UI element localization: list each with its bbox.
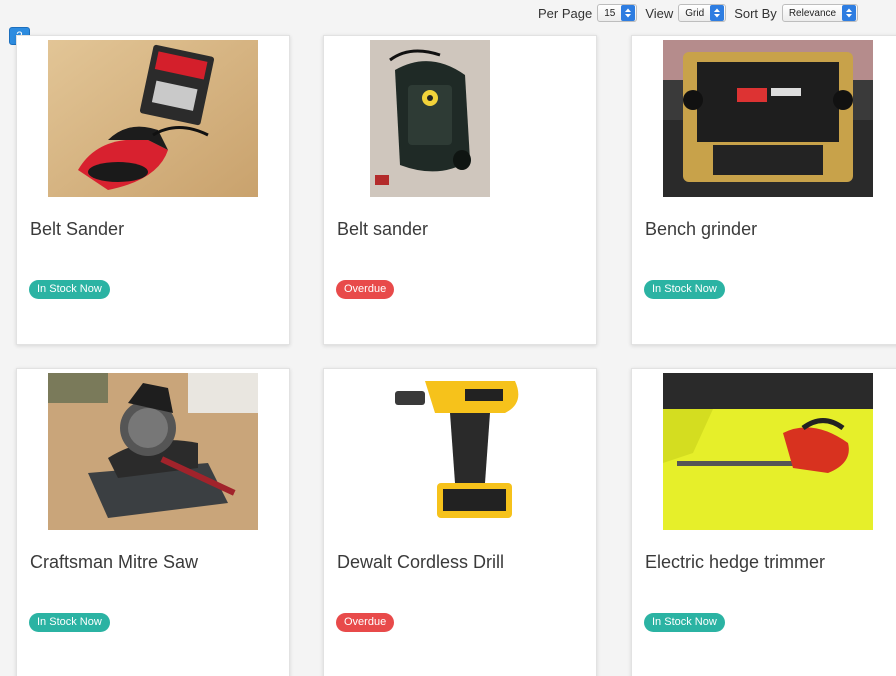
- product-title[interactable]: Dewalt Cordless Drill: [337, 552, 504, 573]
- product-card-hedge-trimmer[interactable]: Electric hedge trimmer In Stock Now: [631, 368, 896, 676]
- product-image[interactable]: [48, 373, 258, 530]
- sort-by-select[interactable]: Relevance: [781, 4, 859, 22]
- sort-by-value: Relevance: [788, 7, 837, 19]
- per-page-value: 15: [604, 7, 616, 19]
- status-badge: In Stock Now: [29, 613, 110, 632]
- product-card-mitre-saw[interactable]: Craftsman Mitre Saw In Stock Now: [16, 368, 290, 676]
- select-arrows-icon: [842, 5, 857, 21]
- product-card-bench-grinder[interactable]: Bench grinder In Stock Now: [631, 35, 896, 345]
- select-arrows-icon: [621, 5, 636, 21]
- catalog-page: Per Page 15 View Grid Sort By Relevance …: [0, 0, 896, 676]
- sort-by-label: Sort By: [734, 5, 777, 21]
- product-image[interactable]: [663, 40, 873, 197]
- status-badge: Overdue: [336, 280, 395, 299]
- product-image[interactable]: [48, 40, 258, 197]
- product-image[interactable]: [370, 40, 490, 197]
- status-badge: In Stock Now: [29, 280, 110, 299]
- view-label: View: [645, 5, 674, 21]
- product-image[interactable]: [355, 373, 565, 530]
- view-select[interactable]: Grid: [678, 4, 727, 22]
- status-badge: In Stock Now: [644, 613, 725, 632]
- status-badge: Overdue: [336, 613, 395, 632]
- view-value: Grid: [685, 7, 705, 19]
- select-arrows-icon: [710, 5, 725, 21]
- product-title[interactable]: Electric hedge trimmer: [645, 552, 825, 573]
- per-page-select[interactable]: 15: [597, 4, 638, 22]
- list-toolbar: Per Page 15 View Grid Sort By Relevance: [538, 4, 866, 22]
- product-card-cordless-drill[interactable]: Dewalt Cordless Drill Overdue: [323, 368, 597, 676]
- product-title[interactable]: Bench grinder: [645, 219, 757, 240]
- per-page-label: Per Page: [538, 5, 593, 21]
- product-card-belt-sander[interactable]: Belt Sander In Stock Now: [16, 35, 290, 345]
- product-title[interactable]: Craftsman Mitre Saw: [30, 552, 198, 573]
- product-card-belt-sander-2[interactable]: Belt sander Overdue: [323, 35, 597, 345]
- product-title[interactable]: Belt sander: [337, 219, 428, 240]
- product-title[interactable]: Belt Sander: [30, 219, 124, 240]
- product-image[interactable]: [663, 373, 873, 530]
- status-badge: In Stock Now: [644, 280, 725, 299]
